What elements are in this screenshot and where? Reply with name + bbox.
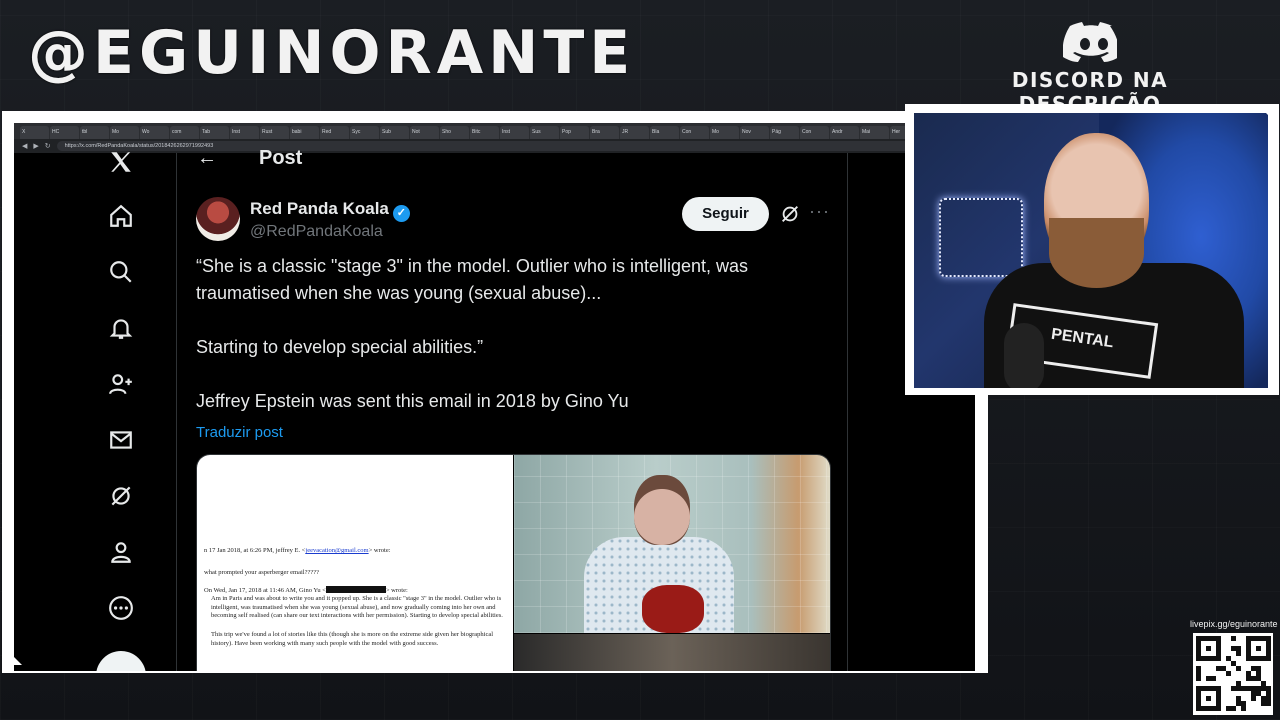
browser-tab[interactable]: com [170,126,199,139]
post-more-menu-icon[interactable]: ··· [809,201,830,222]
browser-tab[interactable]: Nov [740,126,769,139]
post-body: “She is a classic "stage 3" in the model… [196,253,826,415]
browser-window: X HC tbl Mo Wo com Tab Inst Rust babi Red Syc Sub Not… [14,123,975,671]
browser-tab[interactable]: Bla [650,126,679,139]
post-text-quote: “She is a classic "stage 3" in the model… [196,256,749,303]
browser-tab[interactable]: Mai [860,126,889,139]
browser-tab[interactable]: Syc [350,126,379,139]
email-paragraph-2: This trip we've found a lot of stories l… [211,631,494,647]
email-line-question: what prompted your asperberger email????… [204,569,320,576]
back-nav-icon[interactable]: ◀ [22,142,27,150]
follow-button[interactable]: Seguir [682,197,769,231]
donation-qr-code [1193,633,1273,715]
author-name-text: Red Panda Koala [250,199,389,218]
author-avatar[interactable] [196,197,240,241]
browser-tab[interactable]: JR [620,126,649,139]
tv-still-image-2[interactable] [514,634,830,671]
browser-tab[interactable]: Red [320,126,349,139]
browser-tab[interactable]: Pop [560,126,589,139]
channel-brand: @EGUINORANTE [28,18,636,88]
browser-tab-bar: X HC tbl Mo Wo com Tab Inst Rust babi Red Syc Sub Not… [14,123,975,139]
browser-tab[interactable]: X [20,126,49,139]
browser-tab[interactable]: babi [290,126,319,139]
author-display-name[interactable]: Red Panda Koala ✓ [250,199,410,222]
post-text-context: Jeffrey Epstein was sent this email in 2… [196,391,629,411]
browser-tab[interactable]: Inst [500,126,529,139]
browser-tab[interactable]: Mo [110,126,139,139]
discord-callout: DISCORD NA DESCRIÇÃO [940,22,1240,116]
author-handle[interactable]: @RedPandaKoala [250,223,383,241]
microphone [1004,323,1044,388]
post-column: ← Post Red Panda Koala ✓ @RedPandaKoala S… [177,147,848,671]
more-options-icon[interactable] [104,591,138,625]
search-icon[interactable] [104,255,138,289]
forward-nav-icon[interactable]: ▶ [33,142,38,150]
screen-capture-frame: X HC tbl Mo Wo com Tab Inst Rust babi Red Syc Sub Not… [2,111,988,673]
x-logo-icon[interactable] [104,145,138,179]
browser-tab[interactable]: Mo [710,126,739,139]
home-icon[interactable] [104,199,138,233]
browser-tab[interactable]: Bitc [470,126,499,139]
browser-tab[interactable]: Con [800,126,829,139]
browser-tab[interactable]: Con [680,126,709,139]
tv-still-image[interactable] [514,455,830,633]
grok-icon[interactable] [104,479,138,513]
address-bar[interactable]: https://x.com/RedPandaKoala/status/20184… [56,141,954,151]
browser-tab[interactable]: Rust [260,126,289,139]
post-text-quote-end: Starting to develop special abilities.” [196,337,484,357]
browser-tab[interactable]: HC [50,126,79,139]
browser-tab[interactable]: tbl [80,126,109,139]
browser-tab[interactable]: Bra [590,126,619,139]
browser-toolbar: ◀ ▶ ↻ https://x.com/RedPandaKoala/status… [14,139,975,153]
grok-explain-icon[interactable] [779,203,801,225]
webcam-feed: PENTAL [914,113,1268,388]
discord-icon [1063,22,1117,62]
browser-tab[interactable]: Sub [380,126,409,139]
x-left-nav [14,152,177,671]
email-line-from: n 17 Jan 2018, at 6:26 PM, jeffrey E. <j… [204,547,391,554]
browser-tab[interactable]: Sus [530,126,559,139]
email-screenshot-image[interactable]: n 17 Jan 2018, at 6:26 PM, jeffrey E. <j… [197,455,513,671]
frame-corner-marker [10,653,22,665]
reload-icon[interactable]: ↻ [45,142,51,150]
translate-post-link[interactable]: Traduzir post [196,424,283,441]
back-arrow-icon[interactable]: ← [197,147,217,170]
browser-tab[interactable]: Pág [770,126,799,139]
qr-label: livepix.gg/eguinorante [1190,619,1278,629]
browser-tab[interactable]: Tab [200,126,229,139]
follow-people-icon[interactable] [104,367,138,401]
redaction-bar [325,586,386,593]
post-compose-button[interactable] [96,651,146,671]
browser-tab[interactable]: Not [410,126,439,139]
browser-tab[interactable]: Sho [440,126,469,139]
notifications-bell-icon[interactable] [104,311,138,345]
webcam-frame: PENTAL [905,104,1279,395]
page-title: Post [259,147,303,169]
verified-badge-icon: ✓ [392,205,410,222]
post-media-grid[interactable]: n 17 Jan 2018, at 6:26 PM, jeffrey E. <j… [196,454,831,671]
email-paragraph-1: Am in Paris and was about to write you a… [211,595,503,619]
browser-tab[interactable]: Inst [230,126,259,139]
x-post-page: ← Post Red Panda Koala ✓ @RedPandaKoala S… [14,147,975,671]
messages-envelope-icon[interactable] [104,423,138,457]
browser-tab[interactable]: Wo [140,126,169,139]
led-sign [939,198,1023,277]
profile-icon[interactable] [104,535,138,569]
browser-tab[interactable]: Andr [830,126,859,139]
